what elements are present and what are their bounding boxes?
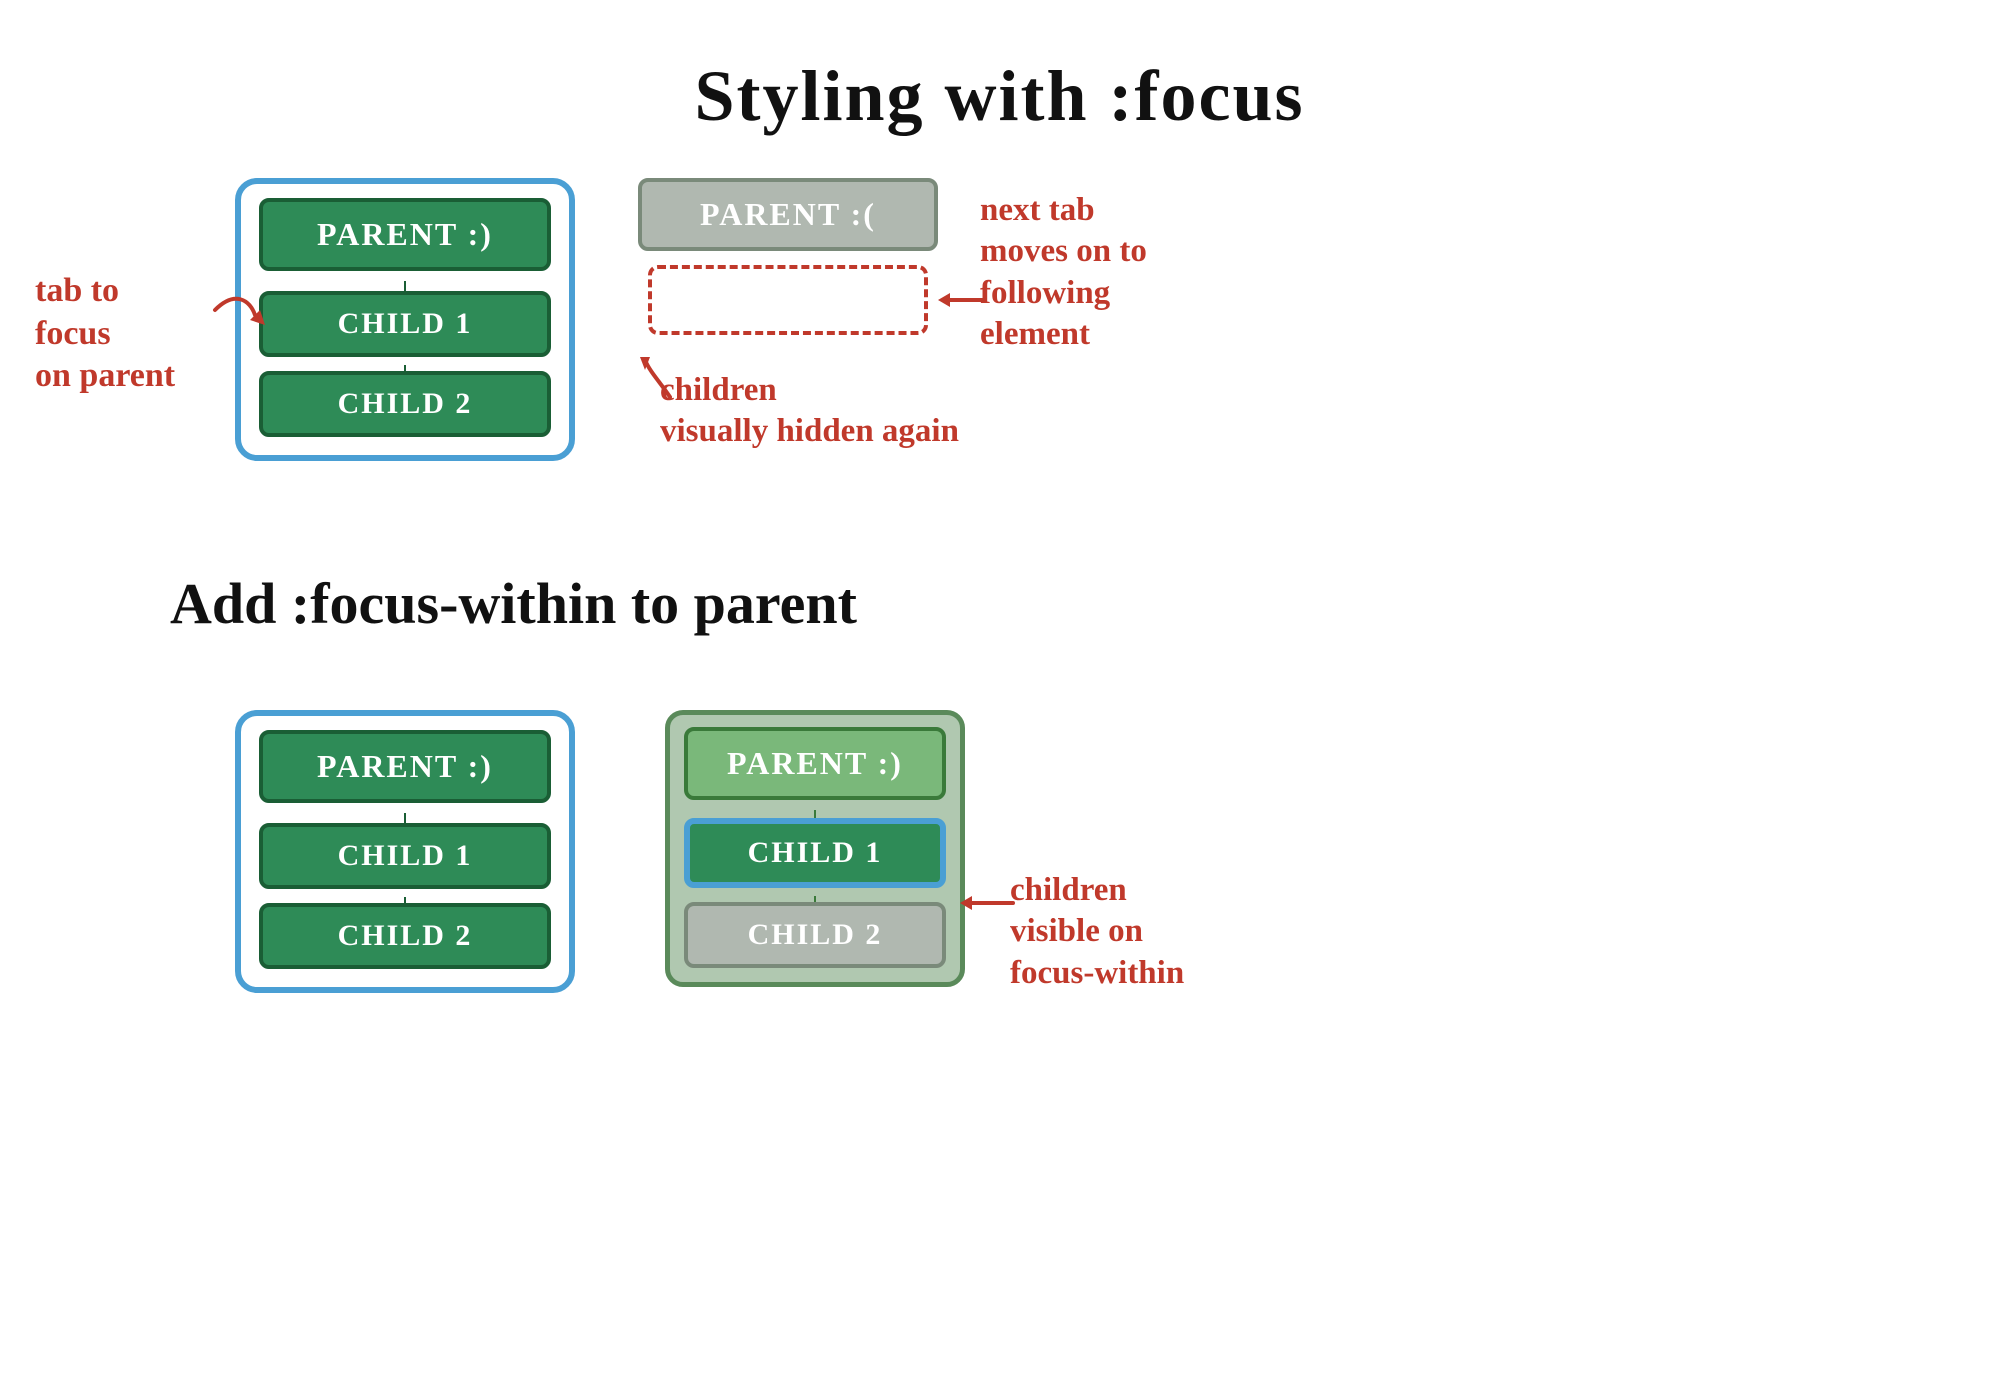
top-right-parent-box: PARENT :( <box>638 178 938 251</box>
top-right-container: PARENT :( <box>638 178 938 335</box>
annotation-next-tab: next tabmoves on tofollowingelement <box>980 190 1147 355</box>
top-left-child2-box: CHILD 2 <box>259 371 551 437</box>
bottom-right-child2-box: CHILD 2 <box>684 902 946 968</box>
bottom-right-container: PARENT :) CHILD 1 CHILD 2 <box>665 710 965 987</box>
section2-title: Add :focus-within to parent <box>170 570 857 637</box>
annotation-children-hidden: childrenvisually hidden again <box>660 370 959 453</box>
annotation-tab-to-focus: tab tofocuson parent <box>35 270 175 398</box>
top-left-child1-box: CHILD 1 <box>259 291 551 357</box>
bottom-left-container: PARENT :) CHILD 1 CHILD 2 <box>235 710 575 993</box>
arrow-children-visible <box>958 888 1018 918</box>
arrow-tab-to-focus <box>205 280 265 340</box>
bottom-right-parent-box: PARENT :) <box>684 727 946 800</box>
arrow-children-hidden <box>640 352 680 402</box>
main-title: Styling with :focus <box>694 55 1304 138</box>
top-left-parent-box: PARENT :) <box>259 198 551 271</box>
bottom-right-child1-box: CHILD 1 <box>684 818 946 888</box>
bottom-left-child1-box: CHILD 1 <box>259 823 551 889</box>
annotation-children-visible: childrenvisible onfocus-within <box>1010 870 1184 994</box>
arrow-next-tab <box>938 285 988 315</box>
bottom-left-child2-box: CHILD 2 <box>259 903 551 969</box>
bottom-left-parent-box: PARENT :) <box>259 730 551 803</box>
top-left-focus-container: PARENT :) CHILD 1 CHILD 2 <box>235 178 575 461</box>
top-right-dashed-hidden-children <box>648 265 928 335</box>
